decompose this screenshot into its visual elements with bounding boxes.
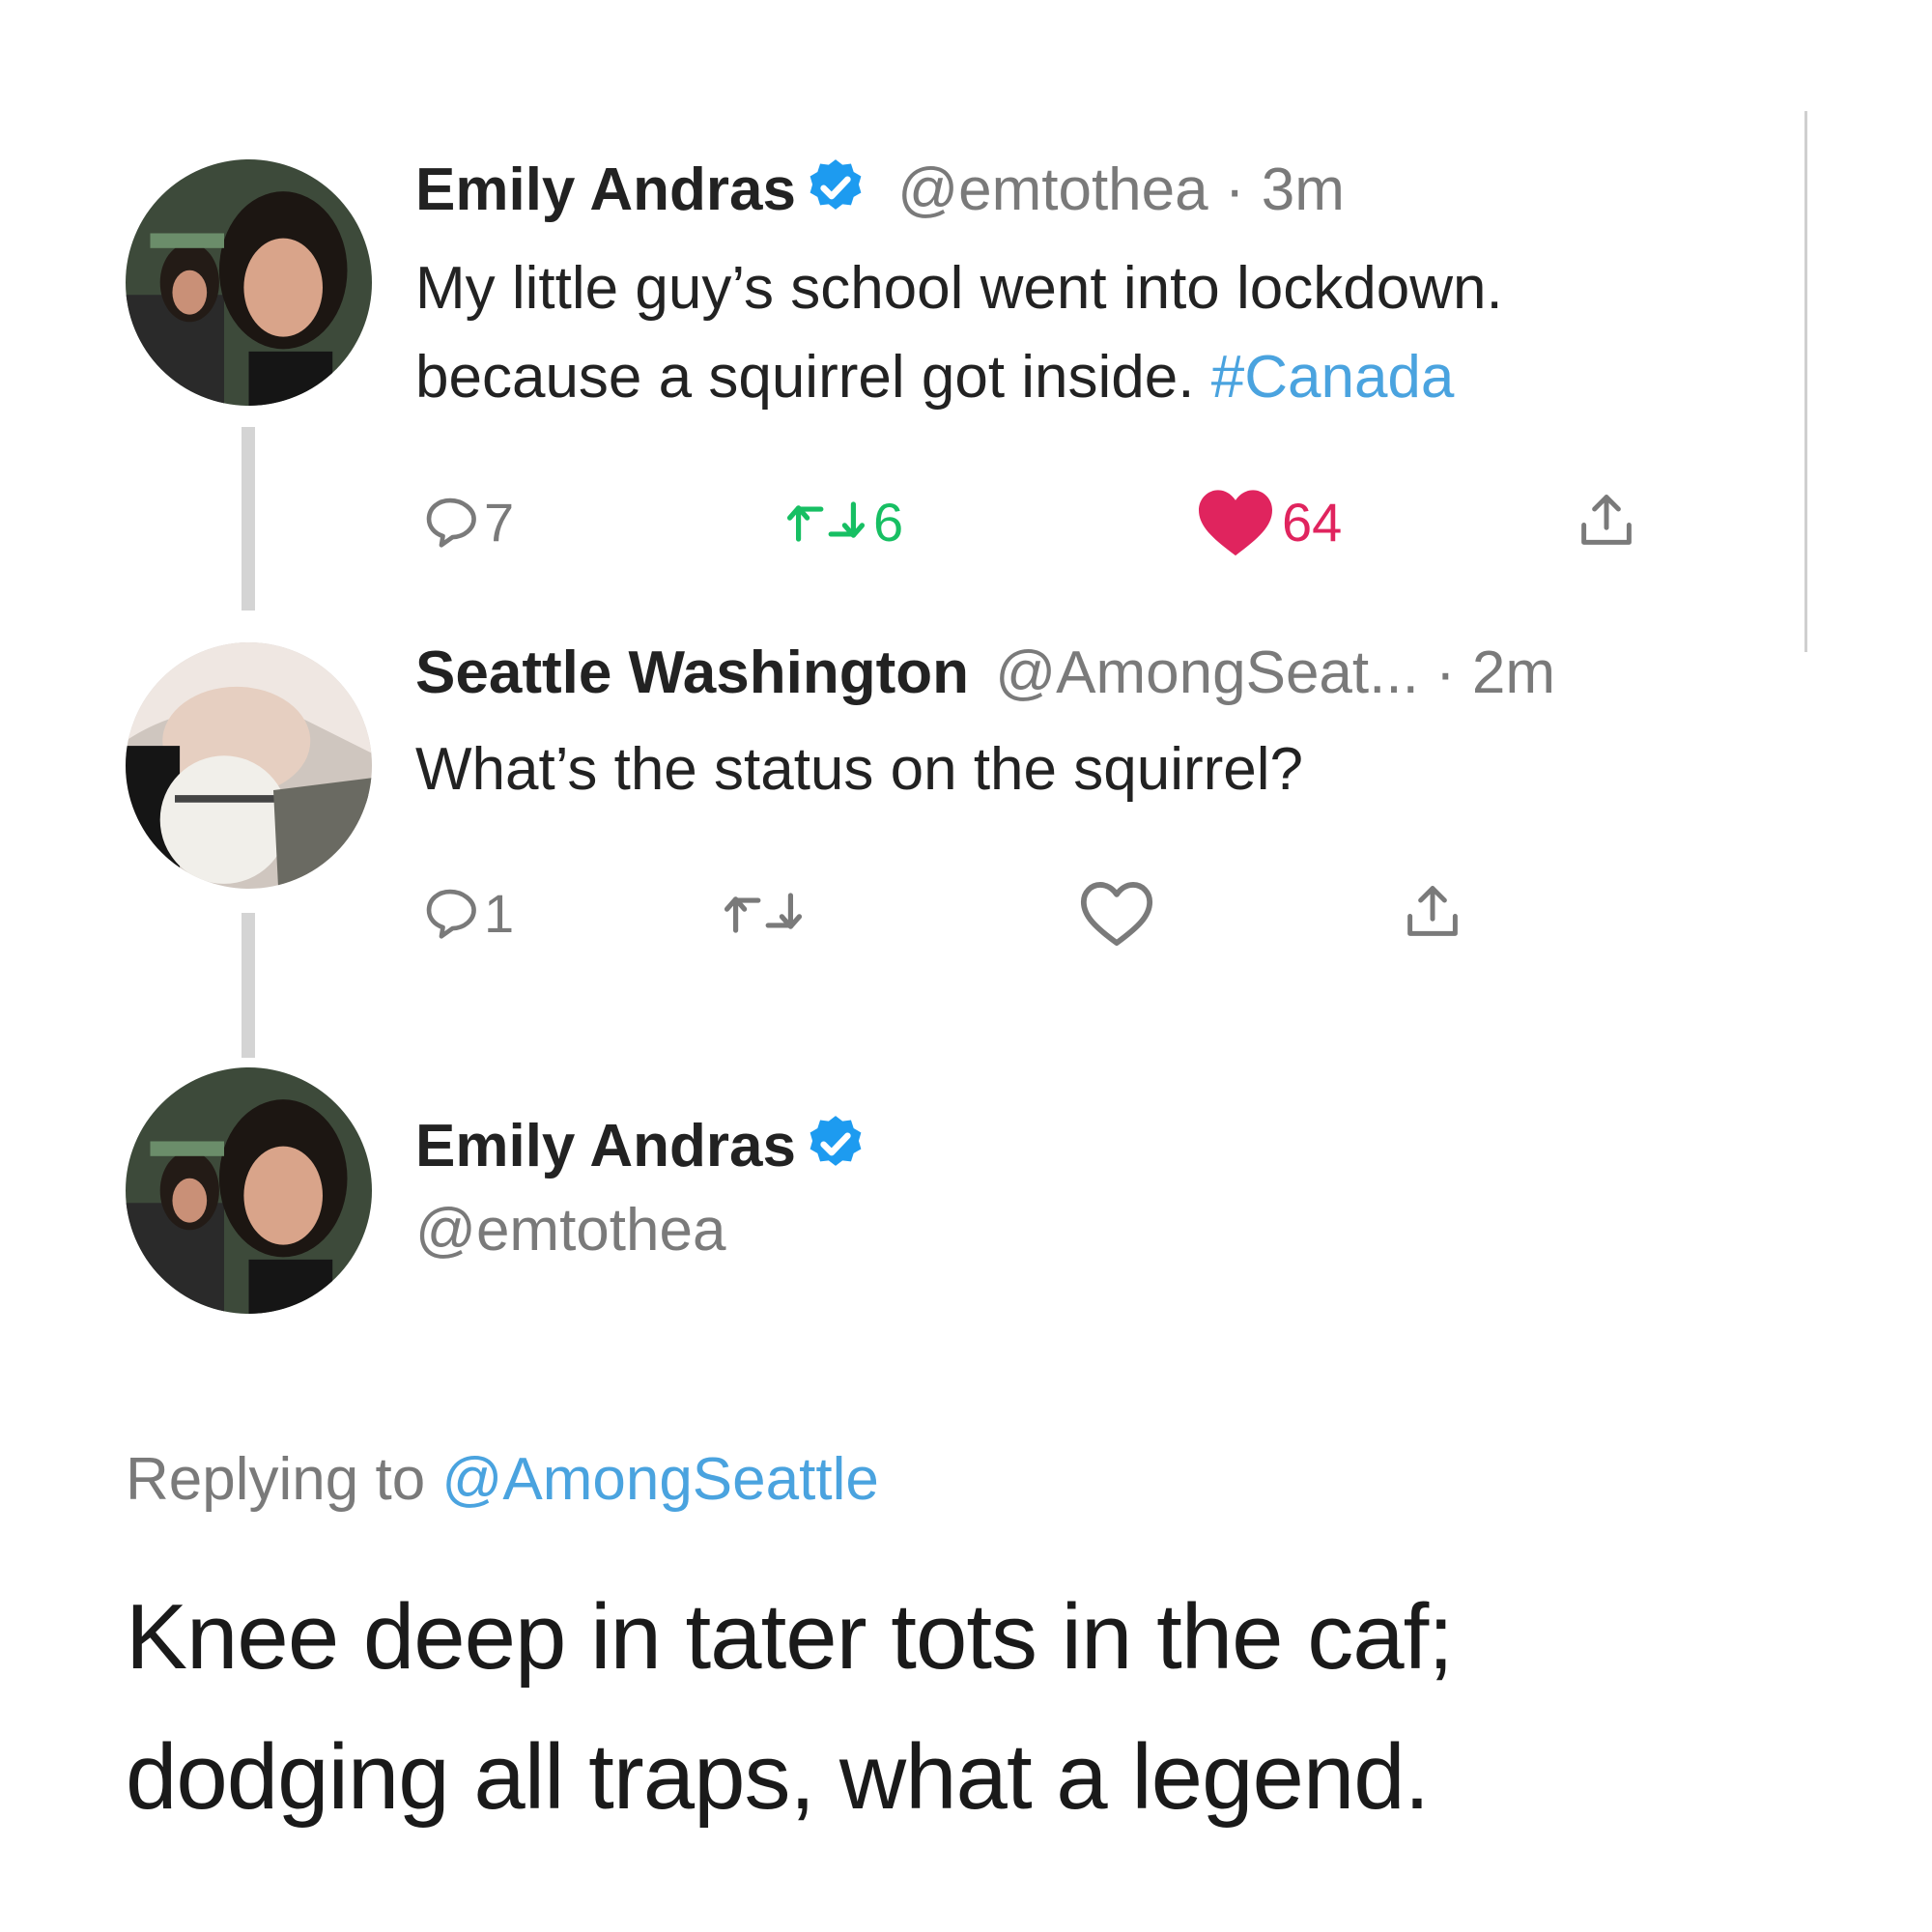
avatar-seattle[interactable] [126, 642, 372, 889]
retweet-icon [720, 883, 807, 943]
heart-icon [1193, 485, 1278, 558]
verified-icon [804, 156, 867, 219]
replying-to: Replying to @AmongSeattle [126, 1444, 879, 1516]
reply-icon [420, 883, 480, 943]
tweet3-handle[interactable]: @emtothea [415, 1195, 725, 1266]
tweet-time[interactable]: 3m [1262, 156, 1345, 223]
replying-prefix: Replying to [126, 1446, 442, 1513]
thread-line-1 [242, 427, 255, 611]
reply-button[interactable]: 1 [420, 874, 514, 952]
separator-dot: · [1418, 639, 1472, 706]
like-count: 64 [1282, 491, 1343, 553]
tweet3-text-line2: dodging all traps, what a legend. [126, 1725, 1430, 1829]
retweet-count: 6 [873, 491, 904, 553]
retweet-button[interactable] [720, 874, 807, 952]
reply-button[interactable]: 7 [420, 483, 514, 560]
share-button[interactable] [1401, 872, 1464, 950]
avatar-emily[interactable] [126, 159, 372, 406]
retweet-icon [782, 492, 869, 552]
tweet1-text-line2: because a squirrel got inside. #Canada [415, 342, 1454, 413]
retweet-button[interactable]: 6 [782, 483, 903, 560]
author-name[interactable]: Seattle Washington [415, 639, 969, 706]
tweet2-header: Seattle Washington @AmongSeat... · 2m [415, 638, 1555, 709]
separator-dot: · [1208, 156, 1262, 223]
reply-count: 7 [484, 491, 515, 553]
author-handle[interactable]: @emtothea [897, 156, 1208, 223]
replying-handle-link[interactable]: @AmongSeattle [441, 1446, 878, 1513]
like-button[interactable] [1077, 874, 1156, 952]
tweet1-header: Emily Andras @emtothea · 3m [415, 155, 1345, 226]
tweet-time[interactable]: 2m [1472, 639, 1555, 706]
author-handle[interactable]: @AmongSeat... [995, 639, 1419, 706]
reply-count: 1 [484, 882, 515, 944]
author-name[interactable]: Emily Andras [415, 156, 796, 223]
tweet1-text-line2-body: because a squirrel got inside. [415, 344, 1211, 411]
edge-divider [1804, 111, 1807, 652]
heart-icon [1077, 878, 1156, 948]
share-icon [1575, 486, 1638, 554]
tweet3-text-line1: Knee deep in tater tots in the caf; [126, 1585, 1454, 1689]
author-name[interactable]: Emily Andras [415, 1113, 796, 1179]
like-button[interactable]: 64 [1193, 483, 1342, 560]
verified-icon [804, 1112, 867, 1176]
reply-icon [420, 492, 480, 552]
tweet1-text-line1: My little guy’s school went into lockdow… [415, 255, 1503, 322]
share-button[interactable] [1575, 481, 1638, 558]
thread-line-2 [242, 913, 255, 1058]
tweet2-text: What’s the status on the squirrel? [415, 736, 1304, 803]
hashtag-link[interactable]: #Canada [1211, 344, 1455, 411]
tweet3-header: Emily Andras [415, 1111, 867, 1182]
share-icon [1401, 877, 1464, 945]
avatar-emily[interactable] [126, 1067, 372, 1314]
